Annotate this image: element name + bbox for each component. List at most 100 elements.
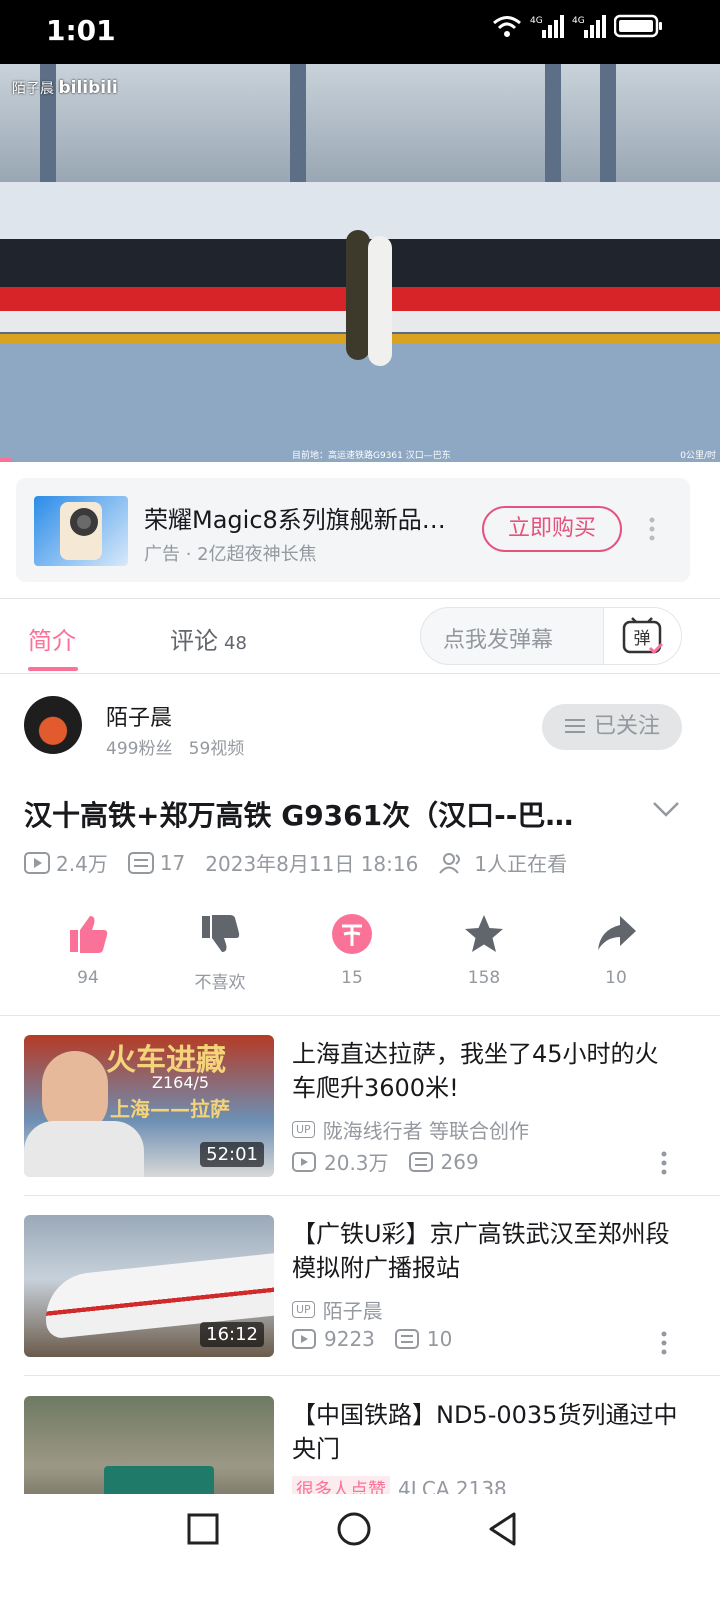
battery-icon [614,14,662,38]
dislike-button[interactable]: 不喜欢 [170,912,270,993]
svg-text:4G: 4G [572,16,585,26]
svg-text:4G: 4G [530,16,543,26]
thumbs-up-icon [70,916,108,953]
video-player[interactable]: 陌子晨 bilibili 目前地：高运速铁路G9361 汉口—巴东 0公里/时 [0,64,720,462]
back-icon[interactable] [486,1511,520,1547]
danmaku-count: 17 [159,850,186,875]
favorite-button[interactable]: 158 [434,912,534,988]
uploader-name: 陇海线行者 等联合创作 [322,1119,530,1143]
system-navigation-bar [0,1494,720,1600]
more-options-icon[interactable] [660,1331,668,1355]
star-icon [465,915,503,952]
video-duration: 16:12 [200,1322,264,1347]
danmaku-count: 269 [440,1149,479,1174]
video-meta: 9223 10 [292,1327,452,1351]
share-icon [598,916,636,950]
content-tabs: 简介 评论 48 点我发弹幕 弹 [0,598,720,674]
uploader-name[interactable]: 陌子晨 [106,700,172,732]
ad-title: 荣耀Magic8系列旗舰新品… [144,506,446,534]
list-item[interactable]: 16:12 【广铁U彩】京广高铁武汉至郑州段模拟附广播报站 UP 陌子晨 9223… [24,1215,696,1357]
uploader-line: 很多人点赞 4LCA 2138 [292,1476,507,1494]
coin-button[interactable]: 15 [302,912,402,988]
danmaku-input[interactable]: 点我发弹幕 弹 [420,607,682,665]
danmaku-count-icon [408,1151,433,1172]
tab-active-indicator [28,667,78,671]
danmaku-count: 10 [426,1327,453,1351]
thumbs-down-icon [202,915,240,952]
ad-card[interactable]: 荣耀Magic8系列旗舰新品… 广告 · 2亿超夜神长焦 立即购买 [16,478,690,582]
videos-count: 59视频 [188,739,245,759]
video-duration: 52:01 [200,1142,264,1167]
recent-apps-icon[interactable] [186,1512,220,1546]
comments-count: 48 [224,633,247,654]
thumbnail-shirt [24,1121,144,1177]
danmaku-count-icon [394,1329,419,1349]
video-frame-person [346,230,370,360]
video-meta-partial: 4LCA 2138 [398,1477,507,1494]
chevron-down-icon[interactable] [652,800,680,818]
thumbnail-text: Z164/5 [152,1073,210,1092]
follow-button[interactable]: 已关注 [542,704,682,750]
video-thumbnail: 火车进藏 Z164/5 上海——拉萨 52:01 [24,1035,274,1177]
status-icons: 4G 4G [492,14,664,38]
video-watermark: 陌子晨 bilibili [12,78,118,98]
share-button[interactable]: 10 [566,912,666,988]
danmaku-count-icon [127,851,154,874]
wifi-icon [493,16,521,37]
list-item[interactable]: 火车进藏 Z164/5 上海——拉萨 52:01 上海直达拉萨，我坐了45小时的… [24,1035,696,1177]
list-item[interactable]: 【中国铁路】ND5-0035货列通过中央门 很多人点赞 4LCA 2138 [24,1396,696,1494]
watching-count: 1人正在看 [474,852,568,876]
fans-count: 499粉丝 [106,739,173,759]
ad-subtitle: 广告 · 2亿超夜神长焦 [144,544,317,565]
video-title: 【中国铁路】ND5-0035货列通过中央门 [292,1401,678,1463]
more-options-icon[interactable] [660,1151,668,1175]
uploader-line: UP 陇海线行者 等联合创作 [292,1115,529,1144]
coin-icon [332,914,372,954]
list-divider [24,1375,720,1376]
share-count: 10 [605,968,627,988]
follow-label: 已关注 [593,714,660,739]
publish-date: 2023年8月11日 18:16 [205,852,419,876]
video-meta: 2.4万 17 2023年8月11日 18:16 1人正在看 [24,848,567,877]
thumbnail-locomotive [104,1466,214,1494]
video-title: 上海直达拉萨，我坐了45小时的火车爬升3600米! [292,1040,659,1102]
video-progress-bar[interactable] [0,458,12,462]
play-count-icon [292,1329,316,1349]
clock: 1:01 [46,14,116,47]
home-icon[interactable] [336,1511,372,1547]
like-button[interactable]: 94 [38,912,138,988]
ad-thumbnail [34,496,128,566]
like-count: 94 [77,968,99,988]
view-count: 2.4万 [56,852,108,876]
danmaku-placeholder: 点我发弹幕 [443,628,554,653]
favorite-count: 158 [467,968,501,988]
video-meta: 20.3万 269 [292,1147,479,1176]
video-caption: 目前地：高运速铁路G9361 汉口—巴东 [292,451,451,461]
video-speed-caption: 0公里/时 [680,451,716,461]
signal-icon-2: 4G [572,15,606,38]
tab-intro[interactable]: 简介 [28,621,76,656]
view-count: 9223 [324,1327,375,1351]
up-tag: UP [292,1301,315,1318]
tab-comments-label: 评论 [170,627,218,655]
video-title: 汉十高铁+郑万高铁 G9361次（汉口--巴… [24,799,574,832]
danmaku-toggle-button[interactable]: 弹 [603,608,681,664]
buy-now-button[interactable]: 立即购买 [482,506,622,552]
status-bar: 1:01 4G 4G [0,0,720,64]
avatar[interactable] [24,696,82,754]
action-bar: 94 不喜欢 15 158 10 [24,912,696,993]
play-count-icon [292,1151,316,1172]
video-thumbnail: 16:12 [24,1215,274,1357]
svg-text:弹: 弹 [634,629,651,649]
play-count-icon [24,851,50,874]
dislike-label: 不喜欢 [194,973,246,993]
danmaku-icon: 弹 [622,617,664,655]
tab-comments[interactable]: 评论 48 [170,621,247,656]
video-frame-person [368,236,392,366]
section-divider [0,1015,720,1016]
watching-icon [439,852,461,874]
more-options-icon[interactable] [648,516,656,542]
up-tag: UP [292,1121,315,1138]
video-thumbnail [24,1396,274,1494]
uploader-line: UP 陌子晨 [292,1295,383,1324]
